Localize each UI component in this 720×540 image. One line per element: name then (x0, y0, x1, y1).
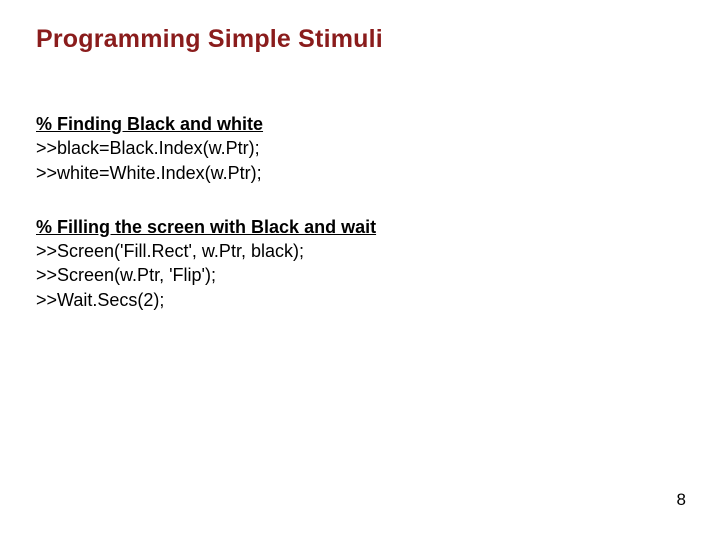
section-heading-1: % Finding Black and white (36, 112, 684, 136)
slide-title: Programming Simple Stimuli (36, 24, 684, 54)
section-filling-screen: % Filling the screen with Black and wait… (36, 215, 684, 312)
page-number: 8 (677, 490, 686, 510)
slide: Programming Simple Stimuli % Finding Bla… (0, 0, 720, 540)
code-line: >>black=Black.Index(w.Ptr); (36, 136, 684, 160)
section-heading-2: % Filling the screen with Black and wait (36, 215, 684, 239)
code-line: >>Screen('Fill.Rect', w.Ptr, black); (36, 239, 684, 263)
code-line: >>Wait.Secs(2); (36, 288, 684, 312)
code-line: >>Screen(w.Ptr, 'Flip'); (36, 263, 684, 287)
code-line: >>white=White.Index(w.Ptr); (36, 161, 684, 185)
section-finding-bw: % Finding Black and white >>black=Black.… (36, 112, 684, 185)
